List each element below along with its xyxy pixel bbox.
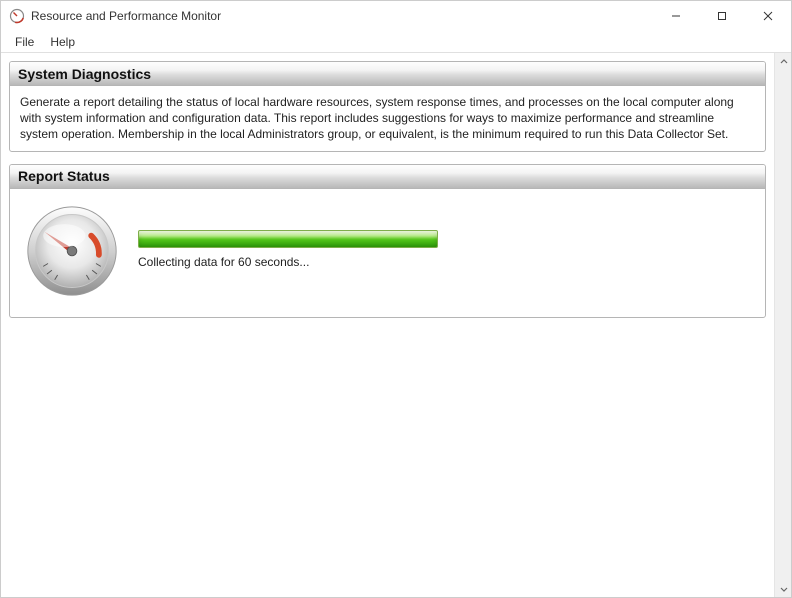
status-text: Collecting data for 60 seconds... [138, 254, 751, 270]
app-icon [9, 8, 25, 24]
diagnostics-description: Generate a report detailing the status o… [20, 95, 734, 141]
maximize-button[interactable] [699, 1, 745, 31]
menu-file[interactable]: File [7, 33, 42, 51]
scroll-down-icon[interactable] [775, 580, 792, 597]
panel-title: Report Status [18, 168, 110, 184]
client-area: System Diagnostics Generate a report det… [1, 53, 791, 597]
panel-header-system-diagnostics[interactable]: System Diagnostics [10, 62, 765, 86]
vertical-scrollbar[interactable] [774, 53, 791, 597]
panel-title: System Diagnostics [18, 66, 151, 82]
menubar: File Help [1, 31, 791, 53]
gauge-icon [24, 203, 120, 299]
close-button[interactable] [745, 1, 791, 31]
progress-bar [138, 230, 438, 248]
panel-system-diagnostics: System Diagnostics Generate a report det… [9, 61, 766, 152]
titlebar: Resource and Performance Monitor [1, 1, 791, 31]
window-title: Resource and Performance Monitor [31, 9, 221, 23]
panel-header-report-status[interactable]: Report Status [10, 165, 765, 189]
panel-body-system-diagnostics: Generate a report detailing the status o… [10, 86, 765, 151]
scroll-up-icon[interactable] [775, 53, 792, 70]
minimize-button[interactable] [653, 1, 699, 31]
window-controls [653, 1, 791, 31]
panel-body-report-status: Collecting data for 60 seconds... [10, 189, 765, 317]
menu-help[interactable]: Help [42, 33, 83, 51]
panel-report-status: Report Status [9, 164, 766, 318]
content-area: System Diagnostics Generate a report det… [1, 53, 774, 597]
